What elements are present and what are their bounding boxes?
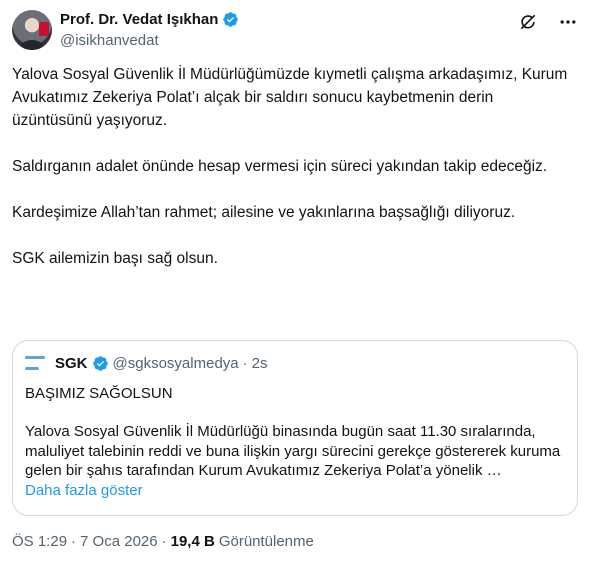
verified-badge-icon: [92, 356, 108, 371]
quoted-title: BAŞIMIZ SAĞOLSUN: [25, 385, 173, 402]
tweet-meta: ÖS 1:29 · 7 Oca 2026 · 19,4 B Görüntülen…: [12, 533, 314, 550]
author-name-row: Prof. Dr. Vedat Işıkhan: [60, 11, 239, 28]
tweet-text: Yalova Sosyal Güvenlik İl Müdürlüğümüzde…: [12, 63, 572, 270]
author-name[interactable]: Prof. Dr. Vedat Işıkhan: [60, 11, 218, 28]
more-icon[interactable]: [558, 12, 578, 32]
views-count[interactable]: 19,4 B: [171, 533, 215, 550]
quoted-tweet-header: SGK @sgksosyalmedya · 2s: [25, 355, 267, 372]
grok-icon[interactable]: [518, 12, 538, 32]
verified-badge-icon: [223, 12, 239, 27]
show-more-link[interactable]: Daha fazla göster: [25, 482, 143, 499]
header-actions: [518, 12, 578, 32]
quoted-body: Yalova Sosyal Güvenlik İl Müdürlüğü bina…: [25, 423, 561, 480]
tweet-paragraph: Kardeşimize Allah’tan rahmet; ailesine v…: [12, 204, 516, 221]
sgk-logo-icon[interactable]: [25, 355, 47, 372]
avatar-suit: [20, 40, 44, 50]
tweet-header: Prof. Dr. Vedat Işıkhan @isikhanvedat: [12, 10, 582, 54]
tweet-paragraph: Saldırganın adalet önünde hesap vermesi …: [12, 158, 548, 175]
views-label[interactable]: Görüntülenme: [219, 533, 314, 550]
author-handle[interactable]: @isikhanvedat: [60, 32, 159, 49]
separator-dot: ·: [71, 533, 77, 550]
quoted-author-name[interactable]: SGK: [55, 355, 88, 372]
separator-dot: ·: [242, 355, 248, 372]
quoted-author-handle[interactable]: @sgksosyalmedya: [113, 355, 239, 372]
separator-dot: ·: [161, 533, 167, 550]
quoted-timestamp[interactable]: 2s: [252, 355, 268, 372]
avatar[interactable]: [12, 10, 52, 50]
tweet-paragraph: Yalova Sosyal Güvenlik İl Müdürlüğümüzde…: [12, 66, 568, 129]
quoted-tweet[interactable]: SGK @sgksosyalmedya · 2s BAŞIMIZ SAĞOLSU…: [12, 340, 578, 516]
avatar-flag: [39, 22, 49, 36]
tweet-time[interactable]: ÖS 1:29: [12, 533, 67, 550]
tweet-date[interactable]: 7 Oca 2026: [80, 533, 158, 550]
tweet-paragraph: SGK ailemizin başı sağ olsun.: [12, 250, 218, 267]
